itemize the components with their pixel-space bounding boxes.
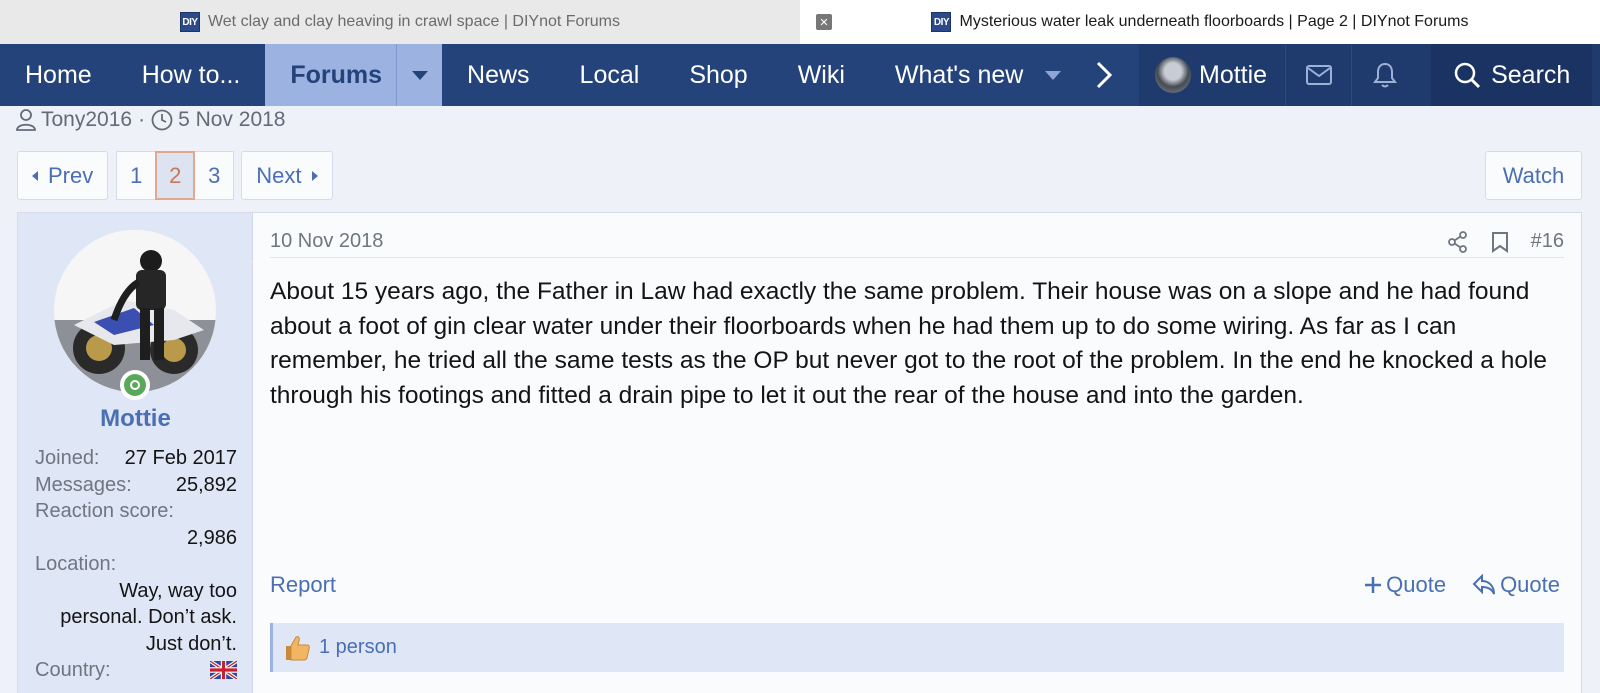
bookmark-icon[interactable] (1491, 231, 1509, 253)
nav-home[interactable]: Home (0, 44, 117, 106)
clock-icon (151, 109, 173, 131)
account-bar: Mottie Search (1139, 44, 1600, 106)
country-label: Country: (35, 659, 111, 681)
multi-quote-label: Quote (1386, 572, 1447, 597)
location-label: Location: (35, 553, 117, 575)
chevron-right-icon (311, 170, 318, 181)
nav-how-to[interactable]: How to... (117, 44, 266, 106)
tab-title: Wet clay and clay heaving in crawl space… (207, 13, 621, 30)
nav-local[interactable]: Local (555, 44, 665, 106)
avatar[interactable] (54, 230, 216, 392)
nav-wiki[interactable]: Wiki (773, 44, 870, 106)
post-username[interactable]: Mottie (18, 405, 253, 433)
browser-tab-active[interactable]: ✕ DIY Mysterious water leak underneath f… (800, 0, 1600, 44)
reply-quote-button[interactable]: Quote (1472, 572, 1560, 598)
plus-icon (1365, 577, 1382, 593)
messages-value: 25,892 (175, 473, 237, 496)
online-status-icon (120, 370, 150, 400)
user-icon (16, 109, 36, 131)
watch-button[interactable]: Watch (1485, 151, 1582, 200)
multi-quote-button[interactable]: Quote (1364, 572, 1446, 598)
post-header: 10 Nov 2018 #16 (270, 226, 1564, 258)
diynot-favicon-icon: DIY (931, 12, 952, 32)
nav-whats-new-label: What's new (894, 60, 1024, 89)
reply-icon (1472, 574, 1496, 595)
location-value: Way, way too personal. Don’t ask. Just d… (60, 579, 237, 655)
page-1-link[interactable]: 1 (116, 151, 157, 200)
thread-meta: Tony2016 · 5 Nov 2018 (16, 106, 286, 134)
post-user-panel: Mottie Joined: 27 Feb 2017 Messages: 25,… (18, 213, 253, 693)
meta-separator: · (138, 108, 146, 131)
forums-dropdown-toggle[interactable] (396, 44, 442, 106)
chevron-left-icon (32, 170, 38, 181)
user-extras: Joined: 27 Feb 2017 Messages: 25,892 Rea… (35, 445, 237, 684)
nav-whats-new[interactable]: What's new (870, 44, 1086, 106)
account-menu[interactable]: Mottie (1139, 44, 1285, 106)
diynot-favicon-icon: DIY (179, 12, 200, 32)
prev-page-button[interactable]: Prev (17, 151, 109, 200)
search-button[interactable]: Search (1431, 44, 1593, 106)
bell-icon[interactable] (1351, 44, 1417, 106)
search-label: Search (1491, 60, 1571, 89)
nav-scroll-right-icon[interactable] (1086, 44, 1122, 106)
prev-label: Prev (48, 162, 94, 188)
reaction-score-label: Reaction score: (35, 500, 174, 522)
messages-label: Messages: (35, 473, 132, 496)
share-icon[interactable] (1447, 230, 1469, 253)
avatar-photo (54, 230, 216, 392)
reactions-count: 1 person (319, 636, 397, 658)
nav-forums-label: Forums (290, 60, 383, 89)
next-page-button[interactable]: Next (241, 151, 333, 200)
next-label: Next (256, 162, 302, 188)
post-message: Mottie Joined: 27 Feb 2017 Messages: 25,… (17, 212, 1582, 693)
inbox-icon[interactable] (1285, 44, 1351, 106)
post-body: About 15 years ago, the Father in Law ha… (270, 278, 1548, 409)
page-numbers: 1 2 3 (116, 151, 235, 200)
avatar (1155, 57, 1191, 93)
joined-label: Joined: (35, 447, 100, 469)
page-3-link[interactable]: 3 (194, 151, 235, 200)
browser-tab-inactive[interactable]: DIY Wet clay and clay heaving in crawl s… (0, 0, 800, 44)
post-pointer (252, 251, 265, 273)
page-2-current[interactable]: 2 (155, 151, 196, 200)
close-tab-icon[interactable]: ✕ (816, 14, 832, 30)
report-link[interactable]: Report (270, 572, 336, 598)
reaction-score-value: 2,986 (186, 526, 237, 549)
post-number[interactable]: #16 (1531, 230, 1564, 253)
search-icon (1454, 62, 1481, 89)
pagination: Prev 1 2 3 Next (17, 151, 333, 200)
nav-forums[interactable]: Forums (265, 44, 443, 106)
united-kingdom-flag-icon (210, 661, 237, 679)
tab-title: Mysterious water leak underneath floorbo… (959, 13, 1469, 30)
post-actions: Report Quote Quote (270, 569, 1560, 601)
thread-date[interactable]: 5 Nov 2018 (178, 108, 285, 132)
like-thumb-icon (286, 635, 310, 660)
browser-tab-strip: DIY Wet clay and clay heaving in crawl s… (0, 0, 1600, 44)
chevron-down-icon (411, 70, 428, 80)
chevron-down-icon[interactable] (1045, 70, 1062, 80)
joined-value: 27 Feb 2017 (124, 447, 237, 469)
nav-news[interactable]: News (442, 44, 555, 106)
reply-quote-label: Quote (1500, 572, 1560, 597)
nav-shop[interactable]: Shop (664, 44, 772, 106)
reactions-bar[interactable]: 1 person (270, 623, 1564, 672)
thread-author[interactable]: Tony2016 (41, 108, 132, 132)
post-date[interactable]: 10 Nov 2018 (270, 230, 383, 253)
account-username: Mottie (1199, 60, 1268, 89)
post-tools: #16 (1447, 230, 1564, 253)
